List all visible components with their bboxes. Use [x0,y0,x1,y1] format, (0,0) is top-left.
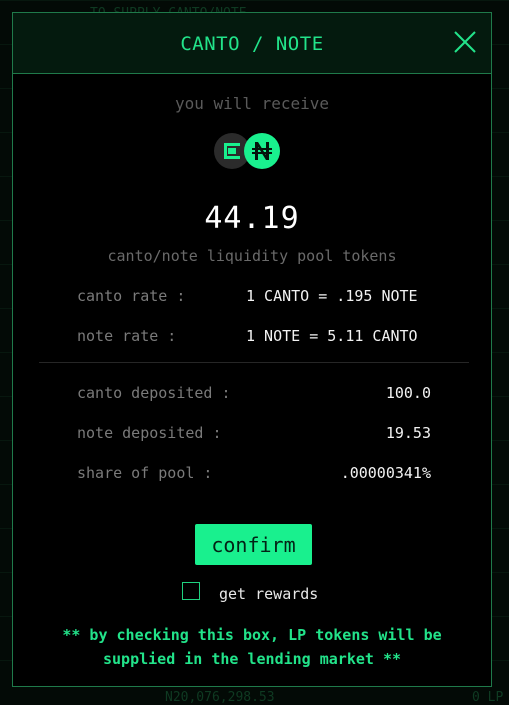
share-of-pool-label: share of pool : [77,464,213,482]
canto-deposited-label: canto deposited : [77,384,231,402]
note-rate-label: note rate : [77,327,177,345]
rewards-note: ** by checking this box, LP tokens will … [33,623,471,671]
rewards-note-line-2: supplied in the lending market ** [102,650,401,668]
canto-deposited-value: 100.0 [385,384,431,402]
note-rate-row: note rate : 1 NOTE = 5.11 CANTO [77,327,431,347]
note-icon [244,133,280,169]
share-of-pool-value: .00000341% [340,464,431,482]
canto-rate-label: canto rate : [77,287,186,305]
note-deposited-value: 19.53 [385,424,431,442]
note-rate-value: 1 NOTE = 5.11 CANTO [246,327,418,345]
close-icon[interactable] [452,29,478,55]
token-pair-icons [214,133,280,171]
receive-label: you will receive [174,94,330,113]
canto-deposited-row: canto deposited : 100.0 [77,384,431,404]
canto-rate-row: canto rate : 1 CANTO = .195 NOTE [77,287,431,307]
share-of-pool-row: share of pool : .00000341% [77,464,431,484]
get-rewards-label[interactable]: get rewards [219,585,318,603]
divider [39,362,469,363]
note-deposited-row: note deposited : 19.53 [77,424,431,444]
liquidity-confirm-modal: CANTO / NOTE you will receive 44.19 cant… [12,12,492,687]
modal-title: CANTO / NOTE [180,33,324,55]
pool-token-label: canto/note liquidity pool tokens [107,247,397,265]
confirm-button[interactable]: confirm [195,524,312,565]
rewards-note-line-1: ** by checking this box, LP tokens will … [62,626,442,644]
modal-header: CANTO / NOTE [13,13,491,74]
note-deposited-label: note deposited : [77,424,222,442]
lp-token-amount: 44.19 [204,201,300,236]
get-rewards-checkbox[interactable] [182,582,200,600]
canto-rate-value: 1 CANTO = .195 NOTE [246,287,418,305]
